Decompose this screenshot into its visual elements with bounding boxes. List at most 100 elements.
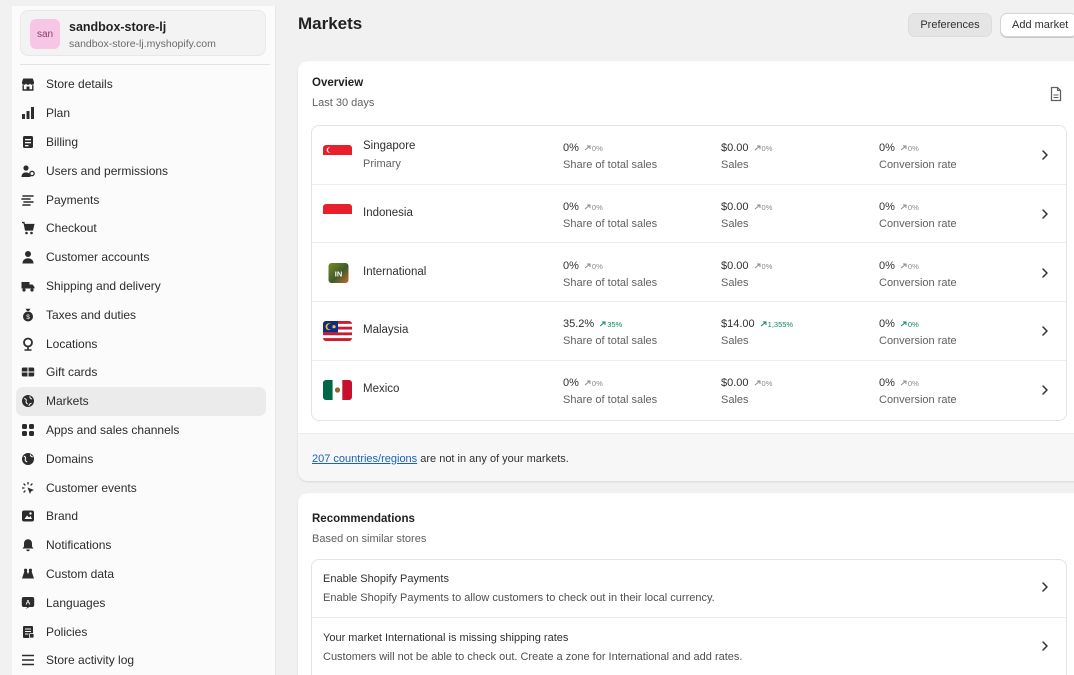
conversion-rate: 0% 0% Conversion rate [879,375,957,406]
share-of-sales-change: 35% [599,320,622,329]
recommendation-title: Enable Shopify Payments [323,573,449,585]
sidebar-item-label: Payments [46,192,100,207]
recommendation-item[interactable]: Your market International is missing shi… [312,619,1066,675]
share-of-sales-change: 0% [584,203,603,212]
market-row-malaysia[interactable]: Malaysia 35.2% 35% Share of total sales $… [312,302,1066,361]
market-name: International [363,265,427,278]
unassigned-regions-suffix: are not in any of your markets. [417,453,569,465]
recommendation-item[interactable]: Enable Shopify Payments Enable Shopify P… [312,560,1066,618]
conversion-rate-value: 0% [879,259,895,272]
sidebar-item-customer-events[interactable]: Customer events [16,473,266,502]
share-of-sales: 0% 0% Share of total sales [563,375,657,406]
conversion-rate-change: 0% [900,320,919,329]
sidebar-item-label: Plan [46,106,71,121]
sidebar-item-label: Store activity log [46,653,135,668]
market-name: Indonesia [363,206,413,219]
sidebar-item-store-activity-log[interactable]: Store activity log [16,646,266,675]
conversion-rate-change: 0% [900,379,919,388]
share-of-sales-value: 35.2% [563,318,595,331]
chevron-right-icon [1042,209,1048,219]
overview-subtitle: Last 30 days [312,97,375,109]
sidebar-item-taxes-and-duties[interactable]: $ Taxes and duties [16,300,266,329]
sidebar-item-label: Users and permissions [46,163,169,178]
sidebar-item-label: Store details [46,77,113,92]
globe-icon [20,393,36,409]
share-of-sales-label: Share of total sales [563,394,658,407]
share-of-sales-value: 0% [563,142,579,154]
sales-metric-change: 0% [754,262,772,271]
conversion-rate-label: Conversion rate [879,335,957,348]
share-of-sales-change: 0% [584,379,603,388]
truck-icon [20,278,36,294]
market-row-indonesia[interactable]: Indonesia 0% 0% Share of total sales $0.0… [312,185,1066,244]
sidebar-item-locations[interactable]: Locations [16,329,266,358]
conversion-rate-change: 0% [900,203,919,212]
sidebar-item-policies[interactable]: Policies [16,617,266,646]
sidebar-item-label: Apps and sales channels [46,422,180,437]
share-of-sales-label: Share of total sales [563,217,658,230]
sales-metric-value: $0.00 [721,142,749,154]
overview-title: Overview [312,77,364,89]
sidebar-item-store-details[interactable]: Store details [16,70,266,99]
sidebar-item-shipping-and-delivery[interactable]: Shipping and delivery [16,272,266,301]
sales-metric-label: Sales [721,217,749,230]
sidebar-item-customer-accounts[interactable]: Customer accounts [16,243,266,272]
conversion-rate-label: Conversion rate [879,276,957,289]
sidebar-item-notifications[interactable]: Notifications [16,531,266,560]
sidebar-item-checkout[interactable]: Checkout [16,214,266,243]
document-icon[interactable] [1049,86,1063,102]
sidebar-item-domains[interactable]: Domains [16,444,266,473]
sidebar-item-languages[interactable]: A Languages [16,588,266,617]
sidebar-item-apps-and-sales-channels[interactable]: Apps and sales channels [16,416,266,445]
markets-list: Singapore Primary 0% 0% Share of total sa… [311,125,1067,421]
market-row-mexico[interactable]: Mexico 0% 0% Share of total sales $0.00 0%… [312,361,1066,420]
sidebar-item-plan[interactable]: Plan [16,99,266,128]
conversion-rate-label: Conversion rate [879,394,957,407]
unassigned-regions-link[interactable]: 207 countries/regions [312,453,417,465]
sidebar-item-gift-cards[interactable]: Gift cards [16,358,266,387]
share-of-sales: 0% 0% Share of total sales [563,258,657,289]
preferences-button[interactable]: Preferences [908,13,992,37]
sidebar-item-label: Languages [46,595,106,610]
store-icon [20,76,36,92]
overview-footer: 207 countries/regions are not in any of … [298,433,1074,481]
location-pin-icon [20,336,36,352]
page-title: Markets [298,14,363,33]
store-avatar: san [30,19,60,49]
sidebar-item-payments[interactable]: Payments [16,185,266,214]
sidebar-item-brand[interactable]: Brand [16,502,266,531]
share-of-sales-value: 0% [563,259,579,272]
sales-metric: $0.00 0% Sales [721,140,772,171]
sidebar-item-markets[interactable]: Markets [16,386,266,416]
add-market-button[interactable]: Add market [1000,13,1074,37]
sales-metric: $0.00 0% Sales [721,375,772,406]
sales-metric-change: 1,355% [760,320,793,329]
recommendation-description: Enable Shopify Payments to allow custome… [323,592,715,604]
store-switcher[interactable]: san sandbox-store-lj sandbox-store-lj.my… [20,10,266,56]
sidebar-item-label: Billing [46,134,79,149]
sidebar-item-users-and-permissions[interactable]: Users and permissions [16,156,266,185]
indonesia-flag-icon [323,203,352,224]
sales-metric-value: $0.00 [721,259,749,272]
store-name: sandbox-store-lj [69,20,167,34]
conversion-rate-label: Conversion rate [879,217,957,230]
sales-metric-label: Sales [721,276,749,289]
market-row-international[interactable]: IN International 0% 0% Share of total sal… [312,244,1066,303]
activity-log-icon [20,652,36,668]
mexico-flag-icon [323,380,352,401]
sidebar-item-label: Customer accounts [46,250,150,265]
brand-icon [20,508,36,524]
conversion-rate-change: 0% [900,262,919,271]
share-of-sales-label: Share of total sales [563,335,658,348]
recommendations-title: Recommendations [312,513,415,525]
sidebar-item-billing[interactable]: Billing [16,128,266,157]
sidebar-item-custom-data[interactable]: Custom data [16,560,266,589]
international-badge-icon: IN [323,262,352,283]
sales-metric-value: $0.00 [721,200,749,213]
market-row-singapore[interactable]: Singapore Primary 0% 0% Share of total sa… [312,126,1066,185]
domain-globe-icon [20,451,36,467]
recommendations-subtitle: Based on similar stores [312,533,427,545]
chevron-right-icon [1042,640,1048,651]
share-of-sales: 0% 0% Share of total sales [563,140,657,171]
sales-metric: $0.00 0% Sales [721,199,772,230]
